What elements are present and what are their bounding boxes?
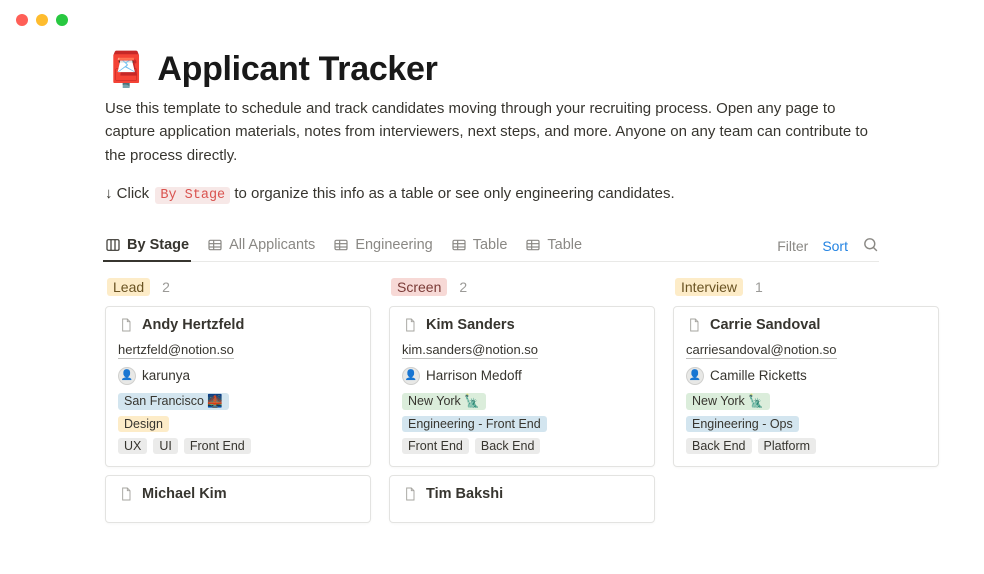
column-header: Interview 1	[673, 278, 939, 296]
applicant-email[interactable]: kim.sanders@notion.so	[402, 342, 538, 359]
skill-tag: Front End	[402, 438, 469, 454]
hint-suffix: to organize this info as a table or see …	[234, 185, 674, 202]
sort-button[interactable]: Sort	[822, 238, 848, 254]
assignee-name: karunya	[142, 368, 190, 383]
doc-icon	[402, 317, 418, 333]
table-icon	[207, 237, 223, 253]
applicant-name: Carrie Sandoval	[710, 317, 820, 333]
column-header: Lead 2	[105, 278, 371, 296]
skill-tag: UI	[153, 438, 178, 454]
doc-icon	[118, 317, 134, 333]
search-icon[interactable]	[862, 236, 879, 256]
skill-tag: Platform	[758, 438, 817, 454]
table-icon	[451, 237, 467, 253]
applicant-card[interactable]: Carrie Sandoval carriesandoval@notion.so…	[673, 306, 939, 467]
applicant-name: Kim Sanders	[426, 317, 515, 333]
tab-by-stage[interactable]: By Stage	[105, 231, 189, 261]
card-title: Michael Kim	[118, 486, 358, 502]
tab-label: Table	[547, 237, 582, 253]
page-description: Use this template to schedule and track …	[105, 97, 879, 167]
maximize-icon[interactable]	[56, 14, 68, 26]
applicant-card[interactable]: Andy Hertzfeld hertzfeld@notion.so 👤 karun…	[105, 306, 371, 467]
board-icon	[105, 237, 121, 253]
assignee-name: Harrison Medoff	[426, 368, 522, 383]
minimize-icon[interactable]	[36, 14, 48, 26]
tab-all-applicants[interactable]: All Applicants	[207, 231, 315, 261]
applicant-name: Tim Bakshi	[426, 486, 503, 502]
close-icon[interactable]	[16, 14, 28, 26]
tab-engineering[interactable]: Engineering	[333, 231, 432, 261]
role-tag: Engineering - Front End	[402, 416, 547, 432]
down-arrow-icon: ↓ Click	[105, 185, 149, 202]
applicant-email[interactable]: carriesandoval@notion.so	[686, 342, 837, 359]
applicant-card[interactable]: Tim Bakshi	[389, 475, 655, 523]
avatar-icon: 👤	[402, 367, 420, 385]
skill-tag: Front End	[184, 438, 251, 454]
column-count: 1	[755, 279, 763, 295]
tab-table[interactable]: Table	[451, 231, 508, 261]
assignee: 👤 Camille Ricketts	[686, 367, 926, 385]
skill-tag: UX	[118, 438, 147, 454]
column-screen: Screen 2 Kim Sanders kim.sanders@notion.…	[389, 278, 655, 531]
page-title: 📮 Applicant Tracker	[105, 50, 879, 89]
hint-code: By Stage	[155, 187, 230, 204]
doc-icon	[686, 317, 702, 333]
column-title[interactable]: Interview	[675, 278, 743, 296]
mailbox-icon: 📮	[105, 53, 147, 87]
applicant-name: Andy Hertzfeld	[142, 317, 244, 333]
doc-icon	[402, 486, 418, 502]
column-interview: Interview 1 Carrie Sandoval carriesandov…	[673, 278, 939, 531]
skill-tag: Back End	[686, 438, 752, 454]
column-header: Screen 2	[389, 278, 655, 296]
assignee: 👤 karunya	[118, 367, 358, 385]
tab-table[interactable]: Table	[525, 231, 582, 261]
tab-label: Engineering	[355, 237, 432, 253]
view-tabs: By Stage All Applicants Engineering Table Ta…	[105, 231, 777, 261]
column-title[interactable]: Screen	[391, 278, 447, 296]
applicant-card[interactable]: Kim Sanders kim.sanders@notion.so 👤 Harris…	[389, 306, 655, 467]
avatar-icon: 👤	[686, 367, 704, 385]
window-controls	[0, 0, 984, 40]
role-tag: Design	[118, 416, 169, 432]
tab-label: By Stage	[127, 237, 189, 253]
card-title: Kim Sanders	[402, 317, 642, 333]
page-hint: ↓ Click By Stage to organize this info a…	[105, 185, 879, 203]
card-title: Andy Hertzfeld	[118, 317, 358, 333]
table-icon	[333, 237, 349, 253]
location-tag: San Francisco 🌉	[118, 393, 229, 410]
column-title[interactable]: Lead	[107, 278, 150, 296]
applicant-email[interactable]: hertzfeld@notion.so	[118, 342, 234, 359]
doc-icon	[118, 486, 134, 502]
tab-label: Table	[473, 237, 508, 253]
column-lead: Lead 2 Andy Hertzfeld hertzfeld@notion.s…	[105, 278, 371, 531]
table-icon	[525, 237, 541, 253]
filter-button[interactable]: Filter	[777, 238, 808, 254]
role-tag: Engineering - Ops	[686, 416, 799, 432]
tab-label: All Applicants	[229, 237, 315, 253]
applicant-name: Michael Kim	[142, 486, 227, 502]
column-count: 2	[459, 279, 467, 295]
location-tag: New York 🗽	[686, 393, 770, 410]
view-actions: Filter Sort	[777, 236, 879, 256]
card-title: Tim Bakshi	[402, 486, 642, 502]
column-count: 2	[162, 279, 170, 295]
assignee-name: Camille Ricketts	[710, 368, 807, 383]
card-title: Carrie Sandoval	[686, 317, 926, 333]
avatar-icon: 👤	[118, 367, 136, 385]
skill-tag: Back End	[475, 438, 541, 454]
kanban-board: Lead 2 Andy Hertzfeld hertzfeld@notion.s…	[105, 278, 879, 531]
view-tabs-row: By Stage All Applicants Engineering Table Ta…	[105, 231, 879, 262]
page-heading: Applicant Tracker	[157, 50, 437, 89]
applicant-card[interactable]: Michael Kim	[105, 475, 371, 523]
assignee: 👤 Harrison Medoff	[402, 367, 642, 385]
location-tag: New York 🗽	[402, 393, 486, 410]
